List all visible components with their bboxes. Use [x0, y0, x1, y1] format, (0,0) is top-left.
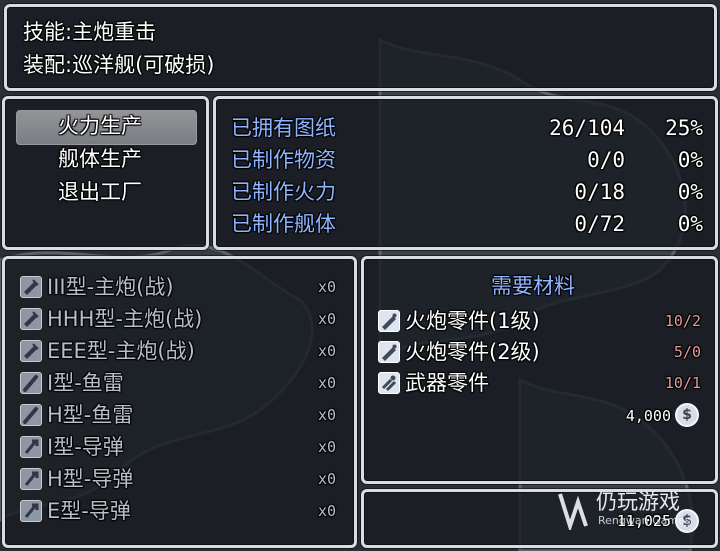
missile-icon [20, 468, 42, 490]
menu-item-exit-factory[interactable]: 退出工厂 [58, 177, 142, 207]
item-quantity: x0 [317, 374, 336, 392]
watermark-mark-icon [558, 493, 588, 530]
cannon-part-icon [378, 310, 400, 332]
material-amount: 10/1 [664, 374, 701, 392]
item-name: E型-导弹 [47, 499, 131, 523]
watermark-subtitle: Rengwan Games [598, 514, 691, 527]
stats-label: 已制作舰体 [231, 212, 336, 236]
cannon-icon [20, 276, 42, 298]
item-quantity: x0 [317, 278, 336, 296]
item-quantity: x0 [317, 502, 336, 520]
missile-icon [20, 436, 42, 458]
materials-window: 需要材料 火炮零件(1级) 10/2 火炮零件(2级) 5/0 武器零件 10/… [361, 256, 718, 484]
torpedo-icon [20, 372, 42, 394]
missile-icon [20, 500, 42, 522]
stats-percent: 0% [677, 148, 703, 172]
skill-text: 技能:主炮重击 [23, 20, 157, 44]
stats-percent: 0% [677, 180, 703, 204]
coin-icon: $ [675, 403, 699, 427]
stats-label: 已制作物资 [231, 148, 336, 172]
material-name: 武器零件 [405, 371, 489, 395]
cannon-icon [20, 308, 42, 330]
stats-percent: 25% [665, 116, 703, 140]
stats-count: 0/72 [574, 212, 625, 236]
item-quantity: x0 [317, 342, 336, 360]
stats-label: 已拥有图纸 [231, 116, 336, 140]
stats-count: 26/104 [549, 116, 625, 140]
cannon-icon [20, 340, 42, 362]
materials-title: 需要材料 [491, 274, 575, 298]
stats-window: 已拥有图纸 26/104 25% 已制作物资 0/0 0% 已制作火力 0/18… [213, 96, 718, 250]
menu-item-hull-production[interactable]: 舰体生产 [58, 144, 142, 174]
item-name: I型-导弹 [47, 435, 124, 459]
item-list-window: III型-主炮(战) x0 HHH型-主炮(战) x0 EEE型-主炮(战) x0 I型-鱼… [2, 256, 357, 548]
cannon-part-icon [378, 341, 400, 363]
stats-label: 已制作火力 [231, 180, 336, 204]
material-cost: 4,000 [625, 407, 671, 425]
stats-percent: 0% [677, 212, 703, 236]
equip-text: 装配:巡洋舰(可破损) [23, 53, 215, 77]
stats-count: 0/18 [574, 180, 625, 204]
item-quantity: x0 [317, 406, 336, 424]
menu-item-firepower-production[interactable]: 火力生产 [58, 111, 142, 141]
watermark-logo: 仍玩游戏 Rengwan Games [556, 486, 716, 534]
command-menu-window: 火力生产 舰体生产 退出工厂 [2, 96, 209, 250]
item-name: H型-鱼雷 [47, 403, 134, 427]
item-name: EEE型-主炮(战) [47, 339, 195, 363]
material-name: 火炮零件(2级) [405, 340, 540, 364]
item-name: H型-导弹 [47, 467, 134, 491]
item-name: I型-鱼雷 [47, 371, 124, 395]
weapon-part-icon [378, 372, 400, 394]
item-quantity: x0 [317, 310, 336, 328]
material-amount: 5/0 [673, 343, 701, 361]
torpedo-icon [20, 404, 42, 426]
material-name: 火炮零件(1级) [405, 309, 540, 333]
item-quantity: x0 [317, 470, 336, 488]
item-name: HHH型-主炮(战) [47, 307, 203, 331]
item-name: III型-主炮(战) [47, 275, 174, 299]
item-quantity: x0 [317, 438, 336, 456]
watermark-title: 仍玩游戏 [596, 490, 680, 514]
material-amount: 10/2 [664, 312, 701, 330]
info-window: 技能:主炮重击 装配:巡洋舰(可破损) [4, 4, 717, 91]
stats-count: 0/0 [587, 148, 625, 172]
